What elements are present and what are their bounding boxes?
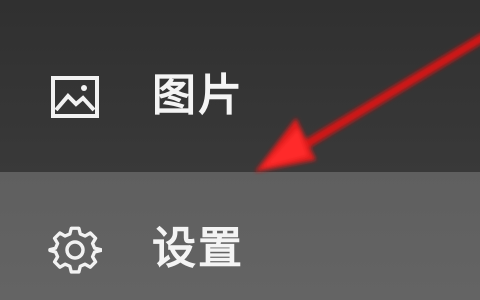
menu-item-label: 设置 [152, 223, 244, 274]
gear-icon [48, 223, 102, 277]
menu-item-pictures[interactable]: 图片 [0, 0, 480, 172]
menu-item-label: 图片 [152, 70, 244, 121]
image-icon [48, 70, 102, 124]
navigation-menu: 图片 设置 [0, 0, 480, 300]
menu-item-settings[interactable]: 设置 [0, 172, 480, 300]
